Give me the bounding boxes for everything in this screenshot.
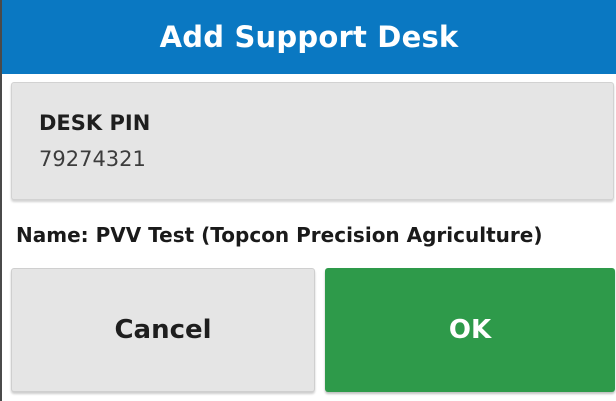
add-support-desk-dialog: Add Support Desk DESK PIN 79274321 Name:… [0, 0, 616, 401]
ok-button[interactable]: OK [325, 268, 615, 392]
desk-pin-value: 79274321 [39, 147, 146, 171]
desk-pin-label: DESK PIN [39, 111, 151, 135]
dialog-title: Add Support Desk [159, 20, 459, 54]
cancel-button[interactable]: Cancel [11, 268, 315, 392]
dialog-title-bar: Add Support Desk [2, 0, 616, 74]
desk-pin-field[interactable]: DESK PIN 79274321 [11, 82, 614, 200]
desk-name-text: Name: PVV Test (Topcon Precision Agricul… [16, 223, 543, 247]
